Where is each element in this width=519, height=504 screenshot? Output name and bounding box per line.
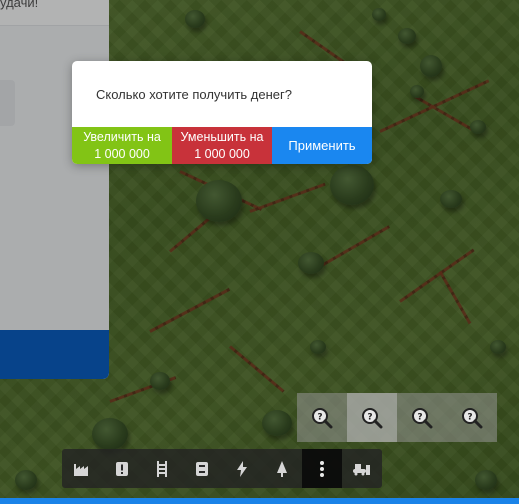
railway-icon	[157, 460, 167, 477]
svg-text:?: ?	[417, 412, 422, 422]
toolbar-alert-button[interactable]	[102, 449, 142, 488]
zoom-button-1[interactable]: ?	[297, 393, 347, 442]
dialog-buttons: Увеличить на 1 000 000 Уменьшить на 1 00…	[72, 127, 372, 164]
decrease-button-label: Уменьшить на	[180, 129, 264, 144]
zoom-button-3[interactable]: ?	[397, 393, 447, 442]
bottom-status-bar	[0, 498, 519, 504]
zoom-button-2[interactable]: ?	[347, 393, 397, 442]
decrease-button[interactable]: Уменьшить на 1 000 000	[172, 127, 272, 164]
zoom-icon: ?	[412, 407, 433, 428]
more-icon	[320, 460, 324, 477]
increase-button-label: Увеличить на	[83, 129, 161, 144]
dialog-question: Сколько хотите получить денег?	[96, 87, 293, 102]
toolbar-railway-button[interactable]	[142, 449, 182, 488]
storage-icon	[196, 461, 208, 476]
increase-button-amount: 1 000 000	[94, 146, 150, 161]
lightning-icon	[237, 460, 247, 477]
svg-text:?: ?	[367, 412, 372, 422]
svg-text:?: ?	[467, 412, 472, 422]
toolbar-bulldozer-button[interactable]	[342, 449, 382, 488]
apply-button-label: Применить	[288, 138, 356, 153]
apply-button[interactable]: Применить	[272, 127, 372, 164]
svg-text:?: ?	[317, 412, 322, 422]
toolbar-more-button[interactable]	[302, 449, 342, 488]
toolbar-power-button[interactable]	[222, 449, 262, 488]
zoom-panel: ? ? ? ?	[297, 393, 497, 442]
zoom-button-4[interactable]: ?	[447, 393, 497, 442]
bulldozer-icon	[353, 463, 370, 475]
decrease-button-amount: 1 000 000	[194, 146, 250, 161]
increase-button[interactable]: Увеличить на 1 000 000	[72, 127, 172, 164]
toolbar-storage-button[interactable]	[182, 449, 222, 488]
zoom-icon: ?	[362, 407, 383, 428]
money-dialog: Сколько хотите получить денег? Увеличить…	[72, 61, 372, 164]
factory-icon	[74, 463, 88, 476]
zoom-icon: ?	[462, 407, 483, 428]
tree-icon	[277, 460, 287, 477]
bottom-toolbar	[62, 449, 382, 488]
alert-icon	[116, 461, 128, 476]
toolbar-factory-button[interactable]	[62, 449, 102, 488]
toolbar-tree-button[interactable]	[262, 449, 302, 488]
zoom-icon: ?	[312, 407, 333, 428]
